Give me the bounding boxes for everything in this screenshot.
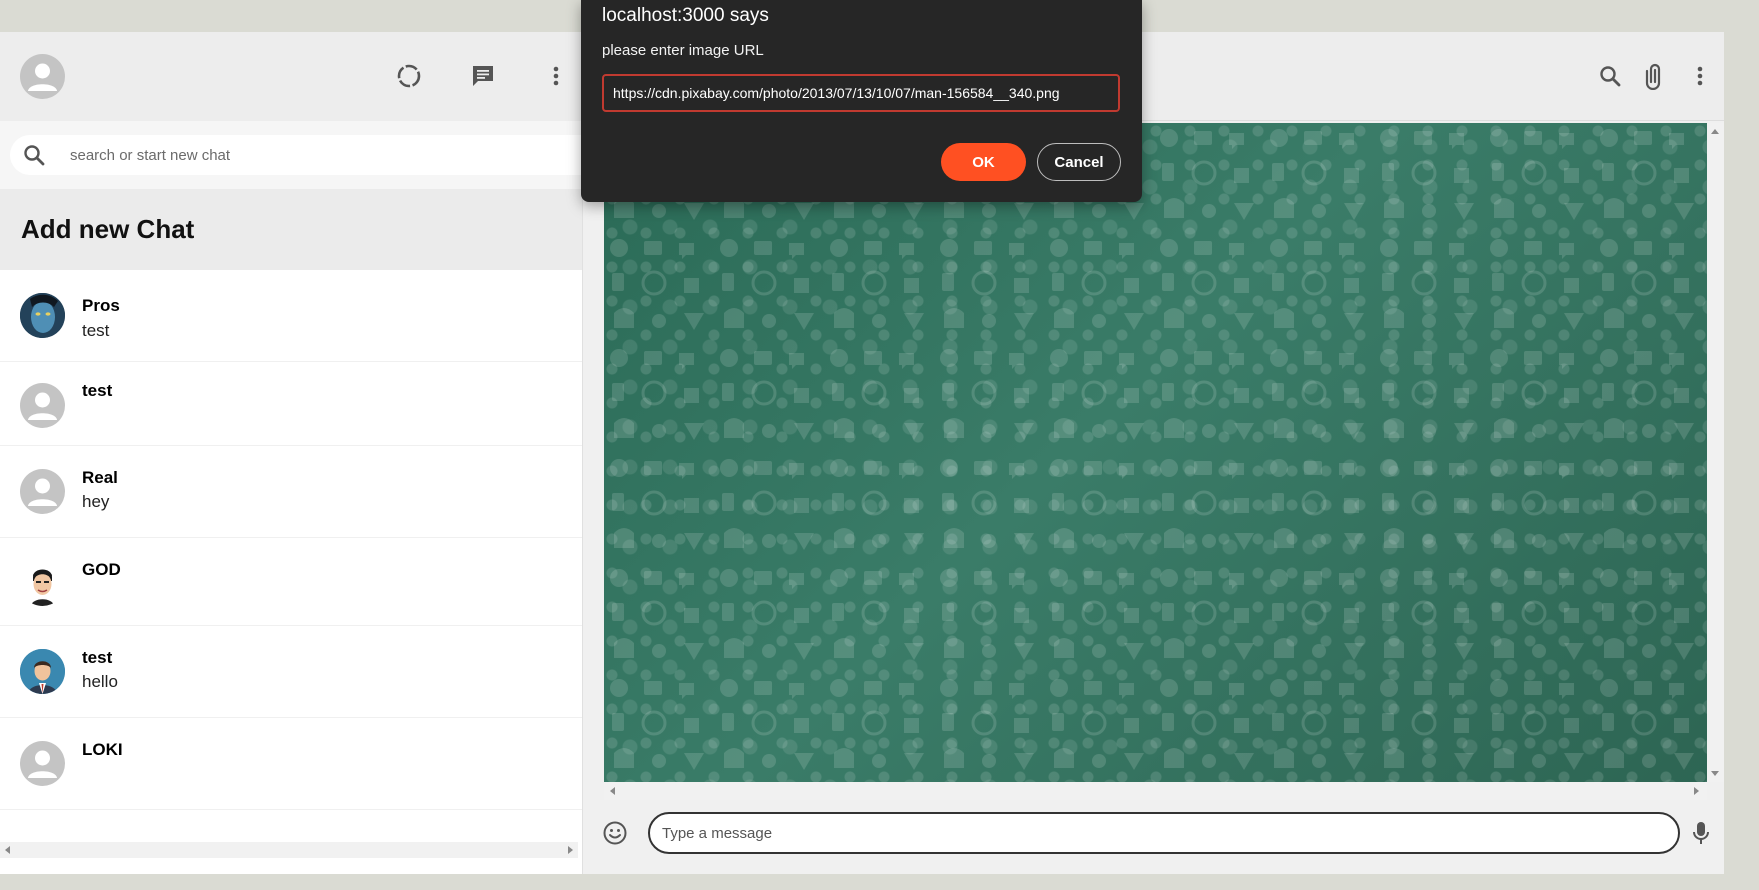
- sidebar-horizontal-scrollbar[interactable]: [0, 842, 578, 858]
- chat-horizontal-scrollbar[interactable]: [604, 782, 1707, 800]
- chat-item[interactable]: Real hey: [0, 446, 582, 538]
- chat-menu-icon[interactable]: [1680, 56, 1720, 96]
- prompt-dialog: localhost:3000 says please enter image U…: [581, 0, 1142, 202]
- chat-last-message: test: [82, 321, 110, 340]
- chat-item[interactable]: GOD: [0, 538, 582, 626]
- chat-name: Real: [82, 468, 118, 487]
- chat-name: GOD: [82, 560, 121, 579]
- avatar-cartoon-man-icon: [20, 561, 65, 606]
- scroll-right-arrow-icon[interactable]: [1694, 787, 1699, 795]
- chat-messages-area[interactable]: [604, 123, 1707, 782]
- scroll-left-arrow-icon[interactable]: [610, 787, 615, 795]
- menu-icon[interactable]: [536, 56, 576, 96]
- chat-item[interactable]: Pros test: [0, 270, 582, 362]
- sidebar-header: [0, 32, 582, 121]
- avatar-photo-icon: [20, 293, 65, 338]
- chat-name: test: [82, 381, 113, 400]
- add-new-chat-label: Add new Chat: [21, 214, 195, 244]
- search-bar: [0, 121, 582, 189]
- search-icon: [22, 143, 46, 167]
- scroll-up-arrow-icon[interactable]: [1711, 129, 1719, 134]
- user-avatar-icon[interactable]: [20, 54, 65, 99]
- image-url-input[interactable]: [602, 74, 1120, 112]
- chat-item[interactable]: LOKI: [0, 718, 582, 810]
- scroll-down-arrow-icon[interactable]: [1711, 771, 1719, 776]
- avatar-placeholder-icon: [20, 469, 65, 514]
- chat-item[interactable]: test hello: [0, 626, 582, 718]
- message-input[interactable]: [648, 812, 1680, 854]
- chat-search-icon[interactable]: [1590, 56, 1630, 96]
- ok-button[interactable]: OK: [941, 143, 1026, 181]
- chat-last-message: hey: [82, 492, 110, 511]
- scroll-left-arrow-icon[interactable]: [5, 846, 10, 854]
- chat-list: Pros test test Real hey GOD test hello L…: [0, 270, 582, 810]
- search-box: [10, 135, 582, 175]
- chat-vertical-scrollbar[interactable]: [1707, 123, 1724, 782]
- cancel-button[interactable]: Cancel: [1037, 143, 1121, 181]
- search-input[interactable]: [70, 135, 570, 175]
- mic-icon[interactable]: [1681, 813, 1721, 853]
- sidebar: Add new Chat Pros test: [0, 32, 583, 874]
- chat-item[interactable]: test: [0, 362, 582, 446]
- chat-name: test: [82, 648, 113, 667]
- chat-last-message: hello: [82, 672, 118, 691]
- wallpaper-pattern-icon: [604, 123, 1707, 782]
- avatar-placeholder-icon: [20, 741, 65, 786]
- scroll-right-arrow-icon[interactable]: [568, 846, 573, 854]
- chat-name: LOKI: [82, 740, 123, 759]
- avatar-placeholder-icon: [20, 383, 65, 428]
- dialog-title: localhost:3000 says: [602, 5, 769, 26]
- attach-icon[interactable]: [1635, 56, 1675, 96]
- new-chat-icon[interactable]: [463, 56, 503, 96]
- dialog-message: please enter image URL: [602, 42, 764, 59]
- add-new-chat[interactable]: Add new Chat: [0, 189, 582, 270]
- status-icon[interactable]: [389, 56, 429, 96]
- chat-name: Pros: [82, 296, 120, 315]
- avatar-businessman-icon: [20, 649, 65, 694]
- emoji-icon[interactable]: [595, 813, 635, 853]
- message-composer: [583, 800, 1724, 874]
